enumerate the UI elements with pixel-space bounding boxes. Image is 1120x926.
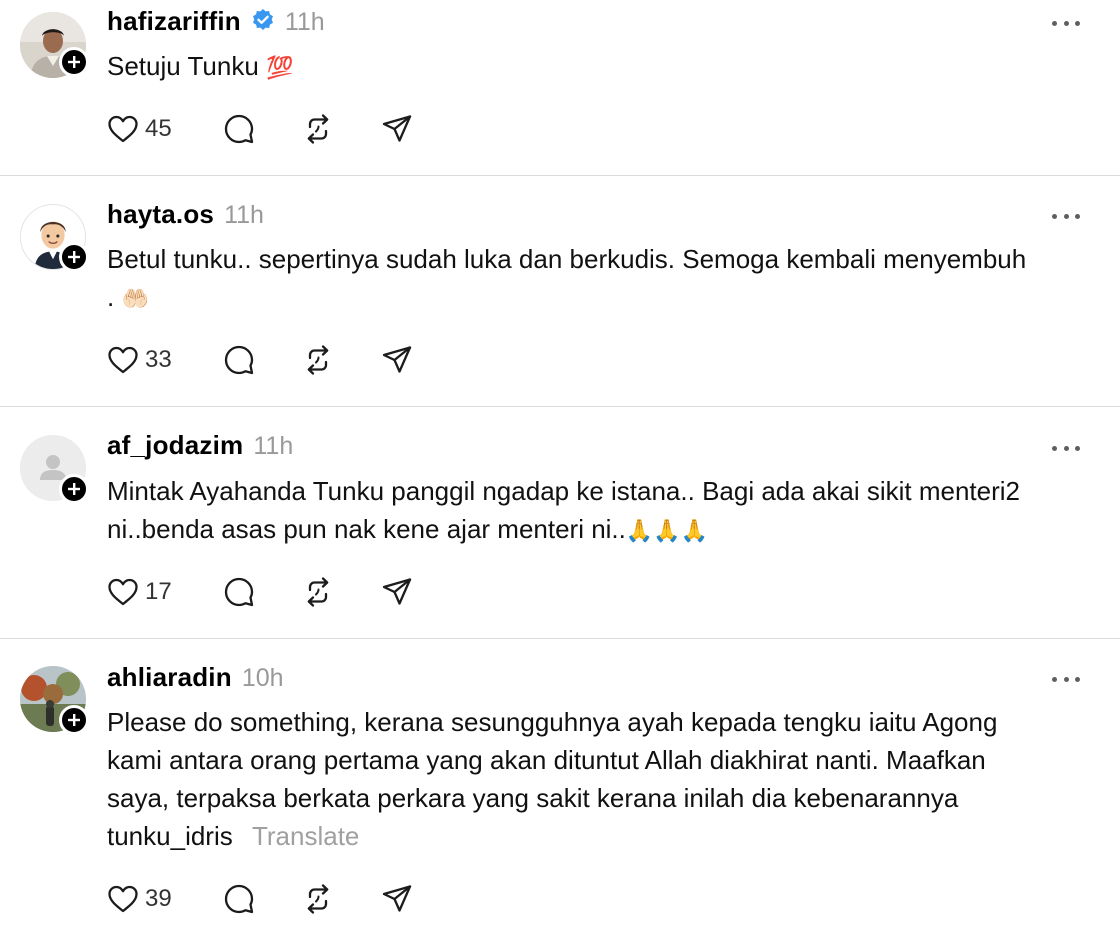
follow-button[interactable] [59, 474, 89, 504]
share-button[interactable] [381, 113, 413, 145]
post-text: Setuju Tunku 💯 [107, 47, 1097, 88]
post-header: af_jodazim 11h [107, 430, 293, 464]
share-button[interactable] [381, 576, 413, 608]
repost-icon [307, 577, 329, 607]
reply-button[interactable] [223, 344, 255, 376]
post-header: hayta.os 11h [107, 199, 264, 233]
post-time: 11h [224, 201, 264, 229]
repost-icon [307, 884, 329, 914]
post-text-line: saya, terpaksa berkata perkara yang saki… [107, 783, 959, 813]
send-icon [382, 578, 412, 605]
repost-button[interactable] [302, 113, 334, 145]
username[interactable]: af_jodazim [107, 430, 243, 461]
like-count: 39 [145, 885, 172, 912]
username[interactable]: hafizariffin [107, 6, 241, 37]
verified-badge-icon [251, 8, 275, 37]
emoji: 💯 [266, 56, 294, 81]
emoji: 🙏🙏🙏 [625, 519, 709, 544]
follow-button[interactable] [59, 242, 89, 272]
post-divider [0, 406, 1120, 407]
post-divider [0, 638, 1120, 639]
reply-button[interactable] [223, 576, 255, 608]
heart-icon [108, 885, 138, 913]
like-button[interactable]: 45 [107, 114, 172, 144]
send-icon [382, 885, 412, 912]
post-header: ahliaradin 10h [107, 662, 284, 696]
repost-button[interactable] [302, 576, 334, 608]
follow-button[interactable] [59, 47, 89, 77]
send-icon [382, 346, 412, 373]
threads-feed: hafizariffin 11h Setuju Tunku 💯 45 hayta… [0, 0, 1120, 926]
more-options-icon[interactable] [1052, 211, 1080, 221]
more-options-icon[interactable] [1052, 443, 1080, 453]
post-text-line: tunku_idris Translate [107, 817, 1097, 855]
post-text-line: kami antara orang pertama yang akan ditu… [107, 745, 986, 775]
share-button[interactable] [381, 883, 413, 915]
plus-icon [68, 251, 80, 263]
follow-button[interactable] [59, 705, 89, 735]
post-text-line: . 🤲🏻 [107, 278, 1097, 319]
post-actions: 39 [107, 882, 412, 916]
post-text: Please do something, kerana sesungguhnya… [107, 703, 1097, 855]
post-text-line: ni..benda asas pun nak kene ajar menteri… [107, 510, 1097, 551]
post-actions: 17 [107, 575, 412, 609]
like-count: 45 [145, 115, 172, 142]
post-text-content: . [107, 282, 115, 312]
username[interactable]: ahliaradin [107, 662, 232, 693]
post-text: Betul tunku.. sepertinya sudah luka dan … [107, 240, 1097, 319]
share-button[interactable] [381, 344, 413, 376]
heart-icon [108, 578, 138, 606]
post-text-content: ni..benda asas pun nak kene ajar menteri… [107, 514, 626, 544]
heart-icon [108, 346, 138, 374]
mention-link[interactable]: tunku_idris [107, 821, 233, 851]
username[interactable]: hayta.os [107, 199, 214, 230]
plus-icon [68, 714, 80, 726]
emoji: 🤲🏻 [121, 287, 149, 312]
post-time: 10h [241, 664, 284, 692]
like-button[interactable]: 33 [107, 345, 172, 375]
repost-icon [307, 114, 329, 144]
like-button[interactable]: 39 [107, 884, 172, 914]
post-time: 11h [253, 432, 294, 460]
like-count: 33 [145, 346, 172, 373]
post-text-line: Betul tunku.. sepertinya sudah luka dan … [107, 244, 1027, 274]
reply-button[interactable] [223, 883, 255, 915]
send-icon [382, 115, 412, 142]
repost-icon [307, 345, 329, 375]
translate-link[interactable]: Translate [252, 821, 359, 851]
reply-button[interactable] [223, 113, 255, 145]
repost-button[interactable] [302, 344, 334, 376]
comment-icon [224, 345, 254, 375]
heart-icon [108, 115, 138, 143]
post-divider [0, 175, 1120, 176]
post-text-content: Setuju Tunku [107, 51, 259, 81]
post-time: 11h [284, 8, 325, 36]
post-header: hafizariffin 11h [107, 6, 325, 40]
post-actions: 45 [107, 112, 412, 146]
more-options-icon[interactable] [1052, 674, 1080, 684]
comment-icon [224, 114, 254, 144]
plus-icon [68, 483, 80, 495]
like-button[interactable]: 17 [107, 577, 172, 607]
more-options-icon[interactable] [1052, 18, 1080, 28]
plus-icon [68, 56, 80, 68]
post-text: Mintak Ayahanda Tunku panggil ngadap ke … [107, 472, 1097, 551]
repost-button[interactable] [302, 883, 334, 915]
comment-icon [224, 577, 254, 607]
post-actions: 33 [107, 343, 412, 377]
comment-icon [224, 884, 254, 914]
like-count: 17 [145, 578, 172, 605]
post-text-line: Please do something, kerana sesungguhnya… [107, 707, 998, 737]
post-text-line: Mintak Ayahanda Tunku panggil ngadap ke … [107, 476, 1021, 506]
